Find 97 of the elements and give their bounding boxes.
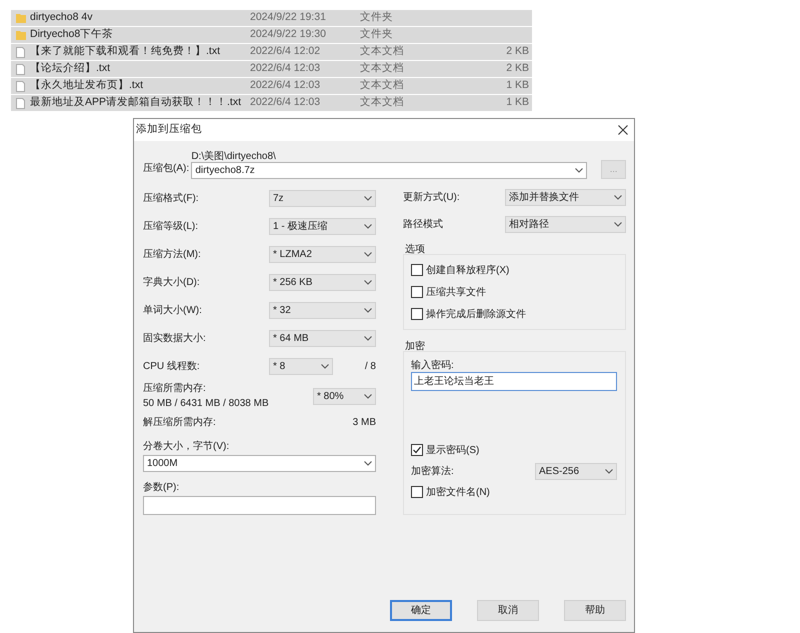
dropdown[interactable]: * 32 (269, 302, 376, 318)
dropdown[interactable]: AES-256 (535, 462, 617, 480)
group-title: 选项 (405, 242, 426, 254)
document-icon (16, 64, 25, 74)
field-label: 字典大小(D): (143, 276, 201, 290)
file-type: 文件夹 (360, 10, 394, 26)
file-name: 最新地址及APP请发邮箱自动获取！！！.txt (30, 95, 242, 110)
field-label: 压缩包(A): (143, 162, 190, 176)
file-row[interactable]: 最新地址及APP请发邮箱自动获取！！！.txt 2022/6/4 12:03 文本文档 1 KB (11, 95, 532, 112)
dropdown[interactable]: 添加并替换文件 (505, 189, 626, 206)
chevron-down-icon (364, 252, 372, 256)
file-type: 文本文档 (360, 44, 405, 60)
dropdown[interactable]: 1000M (143, 455, 376, 472)
document-icon (16, 98, 25, 108)
thread-max: / 8 (364, 360, 376, 374)
file-name: Dirtyecho8下午茶 (30, 27, 114, 42)
dropdown[interactable]: * 64 MB (269, 330, 376, 346)
file-date: 2022/6/4 12:03 (250, 95, 322, 110)
file-type: 文件夹 (360, 27, 394, 42)
dropdown[interactable]: * 256 KB (269, 274, 376, 290)
checkbox-label: 操作完成后删除源文件 (426, 308, 526, 322)
file-date: 2022/6/4 12:02 (250, 44, 322, 60)
file-type: 文本文档 (360, 61, 405, 76)
password-field[interactable]: 上老王论坛当老王 (411, 372, 617, 391)
field-label: 输入密码: (411, 358, 455, 372)
chevron-down-icon (364, 196, 372, 200)
document-icon (16, 46, 25, 58)
dropdown[interactable]: 相对路径 (505, 216, 626, 233)
dropdown[interactable]: dirtyecho8.7z (191, 162, 588, 179)
file-date: 2022/6/4 12:03 (250, 61, 322, 76)
archive-path: D:\美图\dirtyecho8\ (191, 150, 277, 162)
dropdown[interactable]: * 8 (269, 358, 333, 374)
chevron-down-icon (364, 336, 372, 340)
file-size: 2 KB (506, 44, 530, 60)
file-row[interactable]: 【论坛介绍】.txt 2022/6/4 12:03 文本文档 2 KB (11, 61, 532, 78)
dropdown[interactable]: * LZMA2 (269, 246, 376, 262)
dropdown[interactable]: 1 - 极速压缩 (269, 218, 376, 234)
chevron-down-icon (364, 280, 372, 284)
file-row[interactable]: dirtyecho8 4v 2024/9/22 19:31 文件夹 (11, 10, 532, 27)
checkbox[interactable] (411, 444, 423, 456)
file-size: 2 KB (506, 61, 530, 76)
field-label: 加密算法: (411, 464, 454, 478)
file-name: 【永久地址发布页】.txt (30, 78, 144, 94)
field-label: 压缩格式(F): (143, 192, 200, 206)
file-name: 【论坛介绍】.txt (30, 61, 112, 76)
checkbox-label: 加密文件名(N) (426, 486, 490, 500)
file-name: 【来了就能下载和观看！纯免费！】.txt (30, 44, 222, 60)
chevron-down-icon (614, 195, 622, 200)
checkbox-label: 显示密码(S) (426, 444, 480, 458)
dropdown[interactable]: 7z (269, 190, 376, 206)
field-label: 解压缩所需内存: (143, 416, 216, 430)
decompress-memory: 3 MB (352, 416, 376, 430)
checkbox[interactable] (411, 486, 423, 498)
file-type: 文本文档 (360, 95, 405, 110)
checkbox[interactable] (411, 286, 423, 298)
chevron-down-icon (364, 394, 372, 398)
field-label: 更新方式(U): (403, 190, 461, 205)
field-label: 参数(P): (143, 480, 180, 495)
field-label: 单词大小(W): (143, 304, 203, 318)
field-label: CPU 线程数: (143, 360, 201, 374)
file-name: dirtyecho8 4v (30, 10, 94, 26)
dialog-button[interactable]: 帮助 (564, 600, 626, 621)
file-type: 文本文档 (360, 78, 405, 94)
file-row[interactable]: 【来了就能下载和观看！纯免费！】.txt 2022/6/4 12:02 文本文档 2 KB (11, 44, 532, 61)
checkbox-label: 压缩共享文件 (426, 286, 486, 300)
chevron-down-icon (614, 222, 622, 227)
chevron-down-icon (321, 364, 329, 368)
field-label: 固实数据大小: (143, 332, 207, 346)
dropdown[interactable]: * 80% (313, 388, 376, 404)
field-label: 路径模式 (403, 218, 444, 232)
field-label: 压缩所需内存: (143, 382, 207, 396)
document-icon (16, 80, 25, 92)
file-date: 2024/9/22 19:30 (250, 27, 327, 42)
file-size: 1 KB (506, 95, 530, 110)
chevron-down-icon (364, 224, 372, 228)
checkbox[interactable] (411, 308, 423, 320)
memory-usage: 50 MB / 6431 MB / 8038 MB (143, 397, 269, 411)
file-date: 2022/6/4 12:03 (250, 78, 322, 94)
parameters-field[interactable] (143, 496, 376, 515)
field-label: 压缩等级(L): (143, 220, 199, 234)
field-label: 分卷大小，字节(V): (143, 440, 230, 454)
file-size: 1 KB (506, 78, 530, 94)
checkbox-label: 创建自释放程序(X) (426, 264, 510, 278)
chevron-down-icon (364, 308, 372, 312)
group-title: 加密 (405, 340, 426, 351)
dialog-button[interactable]: 确定 (390, 600, 452, 621)
chevron-down-icon (575, 168, 584, 173)
file-row[interactable]: 【永久地址发布页】.txt 2022/6/4 12:03 文本文档 1 KB (11, 78, 532, 95)
field-label: 压缩方法(M): (143, 248, 202, 262)
file-row[interactable]: Dirtyecho8下午茶 2024/9/22 19:30 文件夹 (11, 27, 532, 44)
window-title: 添加到压缩包 (136, 122, 202, 138)
chevron-down-icon (605, 468, 613, 474)
file-date: 2024/9/22 19:31 (250, 10, 327, 26)
close-icon[interactable] (618, 125, 628, 135)
chevron-down-icon (364, 461, 372, 466)
checkbox[interactable] (411, 264, 423, 276)
dialog-button[interactable]: 取消 (477, 600, 539, 621)
